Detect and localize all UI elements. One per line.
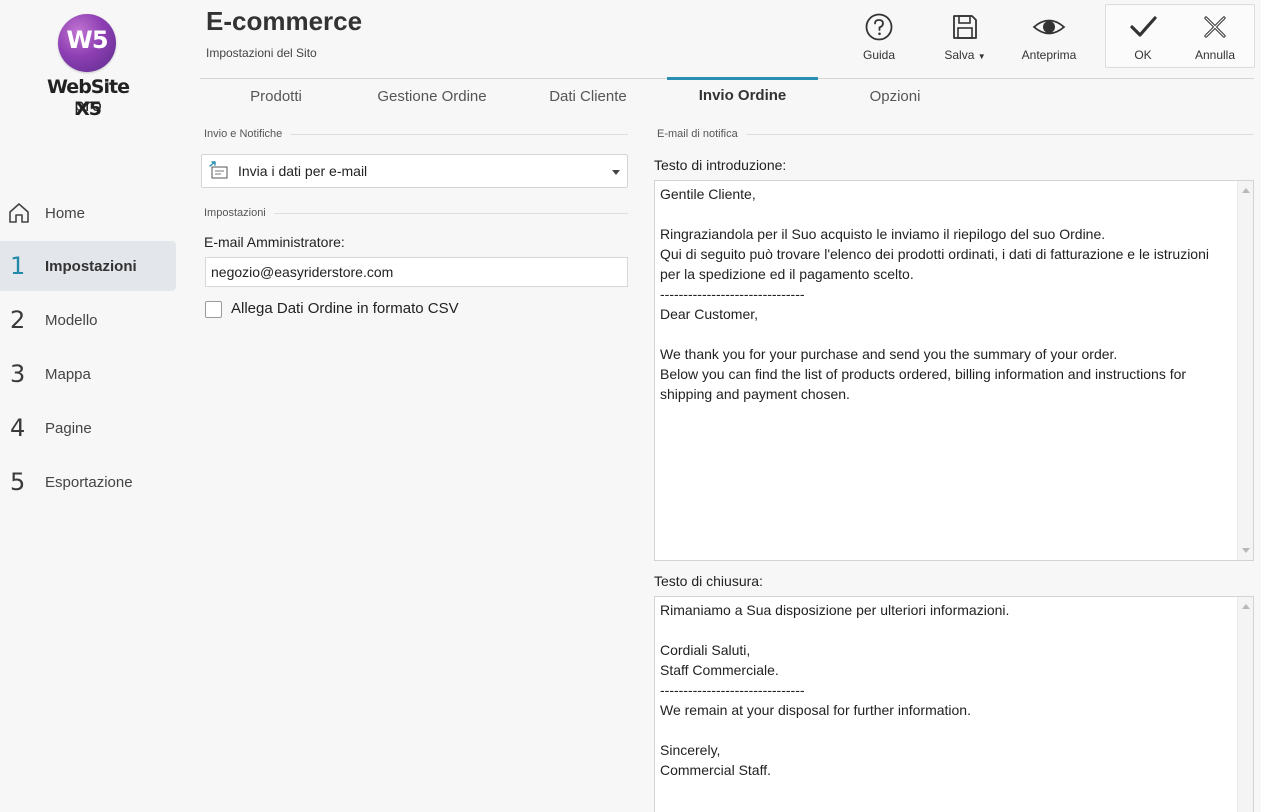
sidebar-item-label: Esportazione [45, 473, 133, 491]
eye-icon [1032, 19, 1066, 35]
sidebar-item-label: Impostazioni [45, 257, 137, 275]
guida-label: Guida [862, 48, 896, 62]
page-subtitle: Impostazioni del Sito [206, 46, 317, 60]
send-data-icon [209, 161, 228, 179]
csv-attach-label: Allega Dati Ordine in formato CSV [231, 300, 459, 317]
closing-text-label: Testo di chiusura: [654, 573, 763, 589]
ok-button[interactable]: OK [1110, 8, 1176, 68]
salva-button[interactable]: Salva ▼ [932, 8, 998, 68]
section-divider [273, 212, 628, 214]
sidebar-item-pagine[interactable]: 4 Pagine [0, 403, 176, 453]
sidebar-item-impostazioni[interactable]: 1 Impostazioni [0, 241, 176, 291]
save-icon [953, 15, 977, 39]
sidebar-item-label: Mappa [45, 365, 91, 383]
chevron-down-icon [612, 170, 620, 175]
salva-label: Salva [944, 48, 975, 62]
logo-badge: W5 [58, 14, 116, 72]
sidebar-item-mappa[interactable]: 3 Mappa [0, 349, 176, 399]
sidebar-item-number: 5 [10, 468, 26, 496]
section-invio-notifiche: Invio e Notifiche [204, 128, 628, 140]
tab-opzioni[interactable]: Opzioni [819, 79, 971, 115]
scroll-up-icon[interactable] [1242, 604, 1250, 609]
admin-email-field[interactable] [205, 257, 628, 287]
sidebar-item-label: Modello [45, 311, 98, 329]
anteprima-label: Anteprima [1021, 48, 1077, 62]
sidebar-item-label: Home [45, 204, 86, 222]
intro-text-label: Testo di introduzione: [654, 157, 787, 173]
sidebar-item-number: 3 [10, 360, 26, 388]
guida-button[interactable]: Guida [846, 8, 912, 68]
page-title: E-commerce [206, 6, 363, 36]
section-divider [745, 133, 1254, 135]
section-divider [290, 133, 628, 135]
tab-prodotti[interactable]: Prodotti [200, 79, 352, 115]
check-icon [1130, 16, 1157, 37]
tab-bar: Prodotti Gestione Ordine Dati Cliente In… [200, 77, 1254, 115]
annulla-button[interactable]: Annulla [1182, 8, 1248, 68]
csv-attach-checkbox[interactable] [205, 301, 222, 318]
annulla-label: Annulla [1194, 48, 1236, 62]
section-email-notifica: E-mail di notifica [657, 128, 1254, 140]
chevron-down-icon: ▼ [977, 52, 986, 61]
admin-email-label: E-mail Amministratore: [204, 234, 345, 250]
close-icon [1204, 16, 1226, 38]
logo-edition: pro [74, 96, 102, 116]
tab-invio-ordine[interactable]: Invio Ordine [667, 77, 818, 113]
scroll-down-icon[interactable] [1242, 548, 1250, 553]
tab-gestione-ordine[interactable]: Gestione Ordine [358, 79, 506, 115]
intro-text-box: Gentile Cliente, Ringraziandola per il S… [654, 180, 1254, 561]
sidebar-item-label: Pagine [45, 419, 92, 437]
sidebar-item-number: 4 [10, 414, 26, 442]
closing-text-area[interactable]: Rimaniamo a Sua disposizione per ulterio… [655, 597, 1238, 812]
section-impostazioni: Impostazioni [204, 207, 628, 219]
delivery-method-value: Invia i dati per e-mail [238, 163, 368, 179]
intro-scrollbar[interactable] [1237, 181, 1253, 560]
scroll-up-icon[interactable] [1242, 188, 1250, 193]
sidebar: W5 WebSite X5 pro Home 1 Impostazioni 2 … [0, 0, 186, 812]
sidebar-item-esportazione[interactable]: 5 Esportazione [0, 457, 176, 507]
home-icon [0, 201, 45, 225]
ok-label: OK [1134, 48, 1152, 62]
tab-dati-cliente[interactable]: Dati Cliente [513, 79, 663, 115]
closing-scrollbar[interactable] [1237, 597, 1253, 812]
sidebar-item-number: 2 [10, 306, 26, 334]
app-logo: W5 WebSite X5 pro [36, 12, 146, 122]
intro-text-area[interactable]: Gentile Cliente, Ringraziandola per il S… [655, 181, 1238, 560]
closing-text-box: Rimaniamo a Sua disposizione per ulterio… [654, 596, 1254, 812]
anteprima-button[interactable]: Anteprima [1016, 8, 1082, 68]
help-icon [865, 13, 893, 41]
sidebar-item-number: 1 [10, 252, 26, 280]
sidebar-item-modello[interactable]: 2 Modello [0, 295, 176, 345]
delivery-method-select[interactable]: Invia i dati per e-mail [201, 154, 628, 188]
sidebar-item-home[interactable]: Home [0, 188, 176, 238]
